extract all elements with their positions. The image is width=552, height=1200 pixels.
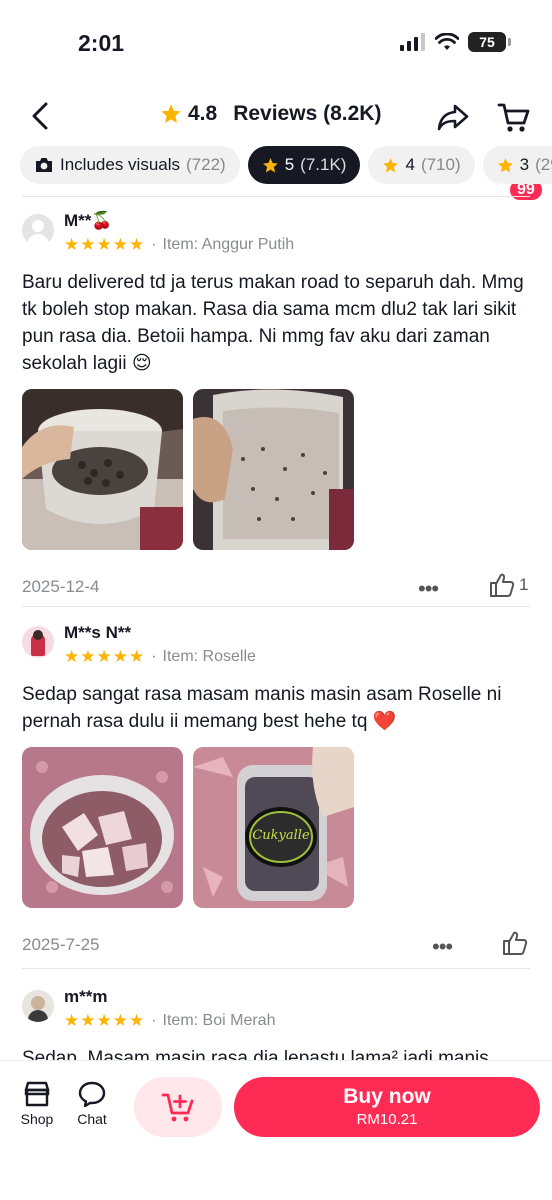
more-options-button[interactable]: •••: [432, 934, 453, 960]
chat-button[interactable]: Chat: [67, 1081, 117, 1127]
shop-button[interactable]: Shop: [12, 1081, 62, 1127]
review-footer: 2025-12-4 ••• 1: [22, 572, 532, 602]
status-time: 2:01: [78, 30, 125, 56]
cart-icon: [497, 103, 530, 132]
filter-count: (7.1K): [300, 155, 347, 174]
review-date: 2025-7-25: [22, 935, 100, 954]
shop-icon: [24, 1081, 50, 1107]
star-rating: ★★★★★: [64, 1011, 146, 1030]
status-bar: 2:01 75: [0, 0, 552, 90]
star-icon: [497, 157, 513, 172]
filter-3-star[interactable]: 3 (291): [482, 146, 552, 184]
thumbs-up-icon: [503, 931, 528, 955]
back-button[interactable]: [22, 98, 58, 134]
review-text: Sedap sangat rasa masam manis masin asam…: [22, 684, 502, 732]
review-card: M**🍒 ★★★★★ · Item: Anggur Putih Baru del…: [22, 210, 532, 602]
filter-count: (291): [535, 155, 552, 174]
star-rating: ★★★★★: [64, 235, 146, 254]
page-title: 4.8 Reviews (8.2K): [160, 102, 381, 126]
review-photo-image: [22, 747, 183, 908]
filter-label: 4: [405, 155, 415, 174]
filter-label: 5: [284, 155, 295, 174]
star-rating: ★★★★★: [64, 647, 146, 666]
review-photo-image: Cukyalle: [193, 747, 354, 908]
review-card: M**s N** ★★★★★ · Item: Roselle Sedap san…: [22, 622, 532, 960]
review-photo[interactable]: [22, 389, 183, 550]
reviews-title: Reviews (8.2K): [233, 102, 382, 125]
divider: [22, 606, 530, 607]
svg-text:Cukyalle: Cukyalle: [252, 828, 310, 843]
review-date: 2025-12-4: [22, 577, 100, 596]
reviewer-row: M**s N** ★★★★★ · Item: Roselle: [22, 622, 532, 667]
star-icon: [161, 104, 181, 123]
review-text: Sedap. Masam masin rasa dia lepastu lama…: [22, 1048, 489, 1060]
share-icon: [437, 104, 469, 131]
filter-label: 3: [519, 155, 530, 174]
more-options-button[interactable]: •••: [418, 576, 439, 602]
review-item-variant: Item: Anggur Putih: [162, 236, 295, 253]
reviewer-row: M**🍒 ★★★★★ · Item: Anggur Putih: [22, 210, 532, 255]
buy-now-label: Buy now: [343, 1085, 431, 1108]
buy-now-price: RM10.21: [356, 1111, 418, 1128]
share-button[interactable]: [434, 98, 472, 136]
status-icons: 75: [400, 32, 511, 52]
meta-separator: ·: [151, 236, 157, 253]
camera-icon: [36, 158, 52, 172]
filter-chips: Includes visuals (722) 5 (7.1K) 4 (710) …: [20, 146, 552, 184]
add-to-cart-icon: [161, 1093, 194, 1122]
review-item-variant: Item: Boi Merah: [162, 1012, 276, 1029]
filter-count: (722): [186, 155, 226, 174]
filter-includes-visuals[interactable]: Includes visuals (722): [20, 146, 240, 184]
avatar[interactable]: [22, 214, 54, 246]
filter-label: Includes visuals: [60, 155, 181, 174]
review-photo[interactable]: [22, 747, 183, 908]
avatar[interactable]: [22, 990, 54, 1022]
review-meta: ★★★★★ · Item: Anggur Putih: [64, 235, 294, 255]
avatar[interactable]: [22, 626, 54, 658]
back-arrow-icon: [32, 102, 48, 130]
chat-icon: [78, 1081, 106, 1107]
review-item-variant: Item: Roselle: [162, 648, 256, 665]
divider: [22, 968, 530, 969]
battery-indicator: 75: [468, 32, 511, 52]
meta-separator: ·: [151, 1012, 157, 1029]
review-photo-image: [193, 389, 354, 550]
review-card: m**m ★★★★★ · Item: Boi Merah Sedap. Masa…: [22, 986, 532, 1060]
like-button[interactable]: 1: [489, 572, 528, 598]
overall-rating: 4.8: [188, 102, 218, 125]
review-photos: [22, 389, 532, 550]
wifi-icon: [435, 33, 459, 50]
chat-label: Chat: [77, 1111, 107, 1127]
filter-count: (710): [420, 155, 461, 174]
review-photo[interactable]: [193, 389, 354, 550]
buy-now-button[interactable]: Buy now RM10.21: [234, 1077, 540, 1137]
like-button[interactable]: [502, 930, 532, 956]
filter-4-star[interactable]: 4 (710): [368, 146, 475, 184]
star-icon: [262, 157, 278, 172]
reviewer-name: M**🍒: [64, 211, 113, 230]
reviewer-name: m**m: [64, 987, 108, 1006]
cart-button[interactable]: [494, 98, 534, 138]
bottom-action-bar: Shop Chat Buy now RM10.21: [0, 1060, 552, 1200]
reviewer-row: m**m ★★★★★ · Item: Boi Merah: [22, 986, 532, 1031]
add-to-cart-button[interactable]: [134, 1077, 222, 1137]
filter-5-star[interactable]: 5 (7.1K): [247, 146, 361, 184]
signal-icon: [400, 33, 425, 51]
review-meta: ★★★★★ · Item: Boi Merah: [64, 1011, 275, 1031]
meta-separator: ·: [151, 648, 157, 665]
review-meta: ★★★★★ · Item: Roselle: [64, 647, 256, 667]
star-icon: [383, 157, 399, 172]
review-footer: 2025-7-25 •••: [22, 930, 532, 960]
review-photo[interactable]: Cukyalle: [193, 747, 354, 908]
review-photo-image: [22, 389, 183, 550]
like-count: 1: [519, 575, 529, 594]
header: 4.8 Reviews (8.2K) 99: [0, 90, 552, 202]
shop-label: Shop: [20, 1111, 54, 1127]
review-text: Baru delivered td ja terus makan road to…: [22, 272, 524, 374]
divider: [22, 196, 530, 197]
review-photos: Cukyalle: [22, 747, 532, 908]
thumbs-up-icon: [490, 573, 515, 597]
reviewer-name: M**s N**: [64, 623, 132, 642]
